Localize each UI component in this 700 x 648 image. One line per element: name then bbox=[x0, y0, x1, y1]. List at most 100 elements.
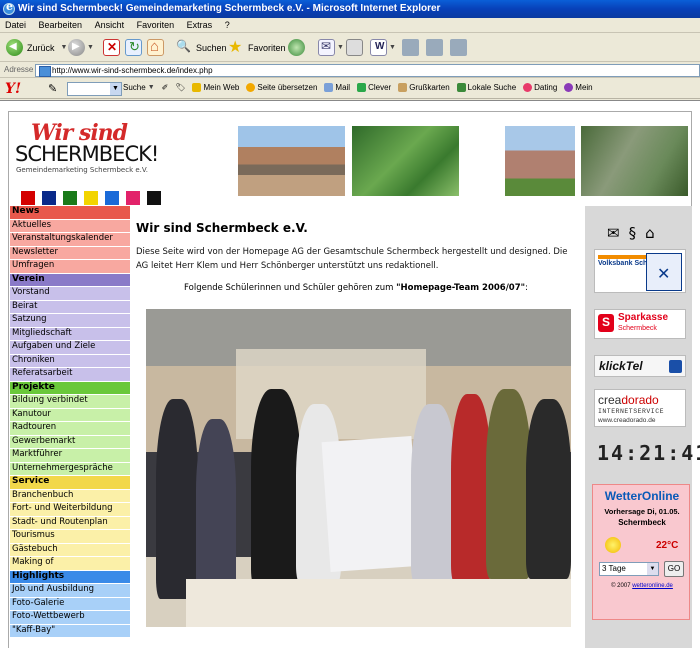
print-icon[interactable] bbox=[346, 39, 363, 56]
nav-item[interactable]: Fort- und Weiterbildung bbox=[10, 503, 130, 517]
window-titlebar: Wir sind Schermbeck! Gemeindemarketing S… bbox=[0, 0, 700, 18]
nav-item[interactable]: Referatsarbeit bbox=[10, 368, 130, 382]
yahoo-toolbar: Y! ✎ Suche▼ ✐ 🏷 Mein Web Seite übersetze… bbox=[0, 79, 700, 99]
color-square bbox=[84, 191, 98, 205]
forecast-days-select[interactable]: 3 Tage bbox=[599, 562, 659, 576]
nav-item[interactable]: Job und Ausbildung bbox=[10, 584, 130, 598]
menu-bearbeiten[interactable]: Bearbeiten bbox=[34, 18, 88, 33]
nav-item[interactable]: Mitgliedschaft bbox=[10, 327, 130, 341]
weather-copyright: © 2007 wetteronline.de bbox=[611, 583, 673, 589]
nav-item[interactable]: Newsletter bbox=[10, 246, 130, 260]
nav-item[interactable]: Aufgaben und Ziele bbox=[10, 341, 130, 355]
nav-section-service[interactable]: Service bbox=[10, 476, 130, 490]
menu-datei[interactable]: Datei bbox=[0, 18, 31, 33]
window-title: Wir sind Schermbeck! Gemeindemarketing S… bbox=[18, 3, 441, 14]
team-group-photo bbox=[146, 309, 571, 627]
search-button[interactable]: Suchen bbox=[175, 37, 231, 58]
mail-icon[interactable]: ✉ bbox=[607, 224, 620, 242]
nav-item[interactable]: Unternehmergespräche bbox=[10, 462, 130, 476]
stop-icon[interactable] bbox=[103, 39, 120, 56]
nav-item[interactable]: Tourismus bbox=[10, 530, 130, 544]
nav-section-news[interactable]: News bbox=[10, 206, 130, 220]
menu-help[interactable]: ? bbox=[220, 18, 235, 33]
yahoo-my-web[interactable]: Mein Web bbox=[192, 83, 239, 92]
menu-ansicht[interactable]: Ansicht bbox=[90, 18, 130, 33]
nav-item[interactable]: Bildung verbindet bbox=[10, 395, 130, 409]
nav-item[interactable]: Branchenbuch bbox=[10, 489, 130, 503]
nav-item[interactable]: Veranstaltungskalender bbox=[10, 233, 130, 247]
nav-item[interactable]: Satzung bbox=[10, 314, 130, 328]
creadorado-ad[interactable]: creadorado INTERNETSERVICE www.creadorad… bbox=[594, 389, 686, 427]
nav-item[interactable]: Marktführer bbox=[10, 449, 130, 463]
sparkasse-ad[interactable]: SparkasseSchermbeck bbox=[594, 309, 686, 339]
forward-button[interactable]: ▼ bbox=[68, 37, 94, 58]
back-button[interactable]: Zurück ▼ bbox=[6, 37, 67, 58]
nav-item[interactable]: Chroniken bbox=[10, 354, 130, 368]
favorites-button[interactable]: Favoriten bbox=[227, 37, 290, 58]
yahoo-mail[interactable]: Mail bbox=[324, 83, 350, 92]
yahoo-translate[interactable]: Seite übersetzen bbox=[246, 83, 317, 92]
ie-logo-icon bbox=[3, 0, 15, 15]
weather-go-button[interactable]: GO bbox=[664, 561, 684, 577]
yahoo-search-input[interactable] bbox=[67, 82, 122, 96]
bookmark-icon[interactable]: 🏷 bbox=[175, 83, 185, 92]
wetteronline-logo[interactable]: WetterOnline bbox=[593, 489, 691, 503]
volksbank-ad[interactable]: Volksbank Schermbeck bbox=[594, 249, 686, 293]
impressum-icon[interactable]: § bbox=[629, 224, 637, 242]
nav-section-highlights[interactable]: Highlights bbox=[10, 570, 130, 584]
nav-section-verein[interactable]: Verein bbox=[10, 273, 130, 287]
nav-item[interactable]: Gewerbemarkt bbox=[10, 435, 130, 449]
clock-display: 14:21:41 bbox=[597, 441, 700, 465]
yahoo-dating[interactable]: Dating bbox=[523, 83, 557, 92]
highlight-icon[interactable]: ✐ bbox=[162, 83, 169, 92]
color-square bbox=[63, 191, 77, 205]
mail-icon[interactable] bbox=[318, 39, 335, 56]
nav-item[interactable]: Foto-Wettbewerb bbox=[10, 611, 130, 625]
nav-item[interactable]: Gästebuch bbox=[10, 543, 130, 557]
yahoo-clever[interactable]: Clever bbox=[357, 83, 391, 92]
history-icon[interactable] bbox=[288, 39, 305, 56]
back-arrow-icon bbox=[6, 39, 23, 56]
home-icon[interactable]: ⌂ bbox=[645, 224, 655, 242]
yahoo-search-button[interactable]: Suche ▼ bbox=[123, 83, 155, 92]
team-caption: Folgende Schülerinnen und Schüler gehöre… bbox=[184, 283, 528, 293]
research-icon[interactable] bbox=[426, 39, 443, 56]
menu-extras[interactable]: Extras bbox=[182, 18, 218, 33]
sparkasse-logo-icon bbox=[598, 314, 614, 332]
left-navigation: News Aktuelles Veranstaltungskalender Newsl… bbox=[10, 206, 130, 638]
edit-word-icon[interactable] bbox=[370, 39, 387, 56]
site-logo[interactable]: Wir sind SCHERMBECK! Gemeindemarketing S… bbox=[15, 120, 185, 205]
nav-item[interactable]: Aktuelles bbox=[10, 219, 130, 233]
yahoo-logo[interactable]: Y! bbox=[5, 81, 21, 97]
yahoo-local-search[interactable]: Lokale Suche bbox=[456, 83, 516, 92]
color-square bbox=[21, 191, 35, 205]
page-title: Wir sind Schermbeck e.V. bbox=[136, 221, 308, 235]
chevron-down-icon[interactable]: ▼ bbox=[87, 44, 94, 51]
yahoo-mein[interactable]: Mein bbox=[564, 83, 593, 92]
address-input[interactable]: http://www.wir-sind-schermbeck.de/index.… bbox=[35, 64, 700, 77]
nav-item[interactable]: Umfragen bbox=[10, 260, 130, 274]
volksbank-logo-icon bbox=[646, 253, 682, 291]
yahoo-cards[interactable]: Grußkarten bbox=[398, 83, 450, 92]
klicktel-ad[interactable]: klickTel bbox=[594, 355, 686, 377]
address-label: Adresse bbox=[4, 65, 34, 74]
pencil-icon[interactable]: ✎ bbox=[48, 82, 57, 95]
home-icon[interactable] bbox=[147, 38, 164, 56]
nav-section-projekte[interactable]: Projekte bbox=[10, 381, 130, 395]
page-viewport: Wir sind SCHERMBECK! Gemeindemarketing S… bbox=[0, 100, 700, 648]
nav-item[interactable]: Radtouren bbox=[10, 422, 130, 436]
refresh-icon[interactable] bbox=[125, 39, 142, 56]
nav-item[interactable]: "Kaff-Bay" bbox=[10, 624, 130, 638]
nav-item[interactable]: Vorstand bbox=[10, 287, 130, 301]
nav-item[interactable]: Making of bbox=[10, 557, 130, 571]
nav-item[interactable]: Foto-Galerie bbox=[10, 597, 130, 611]
chevron-down-icon[interactable]: ▼ bbox=[61, 44, 68, 51]
discuss-icon[interactable] bbox=[402, 39, 419, 56]
nav-item[interactable]: Kanutour bbox=[10, 408, 130, 422]
nav-item[interactable]: Stadt- und Routenplan bbox=[10, 516, 130, 530]
menu-favoriten[interactable]: Favoriten bbox=[132, 18, 180, 33]
nav-item[interactable]: Beirat bbox=[10, 300, 130, 314]
weather-widget: WetterOnline Vorhersage Di, 01.05. Scher… bbox=[592, 484, 690, 620]
messenger-icon[interactable] bbox=[450, 39, 467, 56]
wetteronline-link[interactable]: wetteronline.de bbox=[632, 583, 673, 589]
